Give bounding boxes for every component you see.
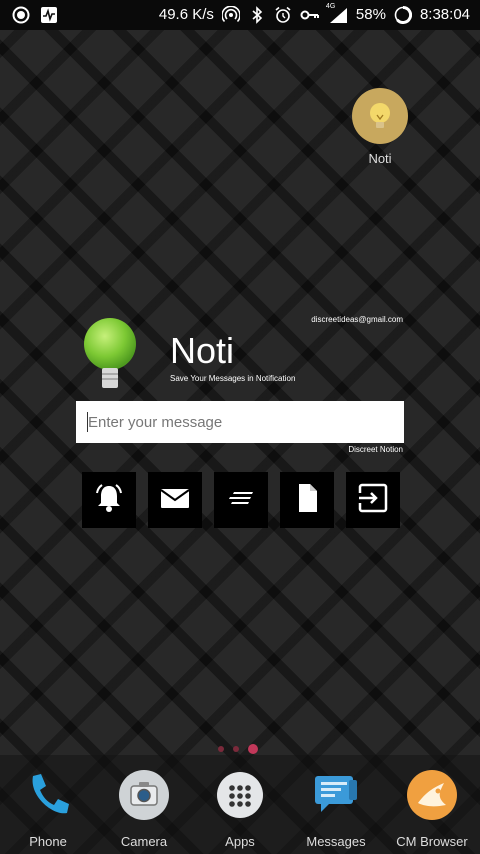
mail-icon: [158, 481, 192, 520]
page-dot[interactable]: [218, 746, 224, 752]
dock-label: Messages: [306, 834, 366, 849]
camera-icon: [118, 769, 170, 821]
text-cursor: [87, 412, 88, 432]
dock-label: Camera: [120, 834, 168, 849]
dock-item-cm-browser[interactable]: CM Browser: [392, 769, 472, 849]
widget-subtitle: Save Your Messages in Notification: [170, 374, 296, 383]
record-notification-icon: [12, 6, 30, 24]
app-label: Noti: [368, 151, 392, 166]
widget-footer: Discreet Notion: [348, 445, 403, 454]
dock-label: CM Browser: [396, 834, 468, 849]
dock-item-phone[interactable]: Phone: [8, 769, 88, 849]
notify-button[interactable]: [82, 472, 136, 528]
lightbulb-icon: [352, 88, 408, 144]
exit-icon: [356, 481, 390, 520]
hotspot-icon: [221, 5, 241, 24]
vpn-key-icon: [300, 6, 319, 24]
clock: 8:38:04: [419, 6, 470, 23]
lightbulb-icon: [82, 316, 138, 395]
page-dot[interactable]: [233, 746, 239, 752]
battery-percent: 58%: [355, 6, 386, 23]
bell-icon: [92, 481, 126, 520]
activity-notification-icon: [40, 6, 58, 24]
list-icon: [224, 481, 258, 520]
contact-email: discreetideas@gmail.com: [311, 315, 403, 324]
phone-icon: [22, 769, 74, 821]
bluetooth-icon: [248, 6, 266, 24]
message-input[interactable]: [76, 401, 404, 443]
page-dot-active[interactable]: [248, 744, 258, 754]
signal-4g-icon: 4G: [325, 3, 348, 24]
dock-label: Phone: [29, 834, 67, 849]
dock-item-messages[interactable]: Messages: [296, 769, 376, 849]
noti-app-shortcut[interactable]: Noti: [350, 88, 410, 166]
dock-label: Apps: [225, 834, 255, 849]
browser-icon: [406, 769, 458, 821]
file-icon: [290, 481, 324, 520]
network-badge: 4G: [325, 3, 336, 10]
dock-item-apps[interactable]: Apps: [200, 769, 280, 849]
page-indicator: [218, 744, 258, 754]
action-bar: [82, 472, 400, 528]
widget-title: Noti: [170, 330, 235, 371]
messages-icon: [310, 769, 362, 821]
network-speed: 49.6 K/s: [158, 6, 214, 23]
dock: Phone Camera Apps Messages CM Browser: [0, 755, 480, 854]
noti-widget: discreetideas@gmail.com Noti Save Your M…: [76, 312, 404, 542]
apps-grid-icon: [214, 769, 266, 821]
dock-item-camera[interactable]: Camera: [104, 769, 184, 849]
battery-icon: [394, 5, 412, 24]
status-bar: 49.6 K/s 4G 58% 8:38:04: [0, 0, 480, 30]
exit-button[interactable]: [346, 472, 400, 528]
note-button[interactable]: [280, 472, 334, 528]
alarm-icon: [274, 6, 292, 24]
mail-button[interactable]: [148, 472, 202, 528]
list-button[interactable]: [214, 472, 268, 528]
